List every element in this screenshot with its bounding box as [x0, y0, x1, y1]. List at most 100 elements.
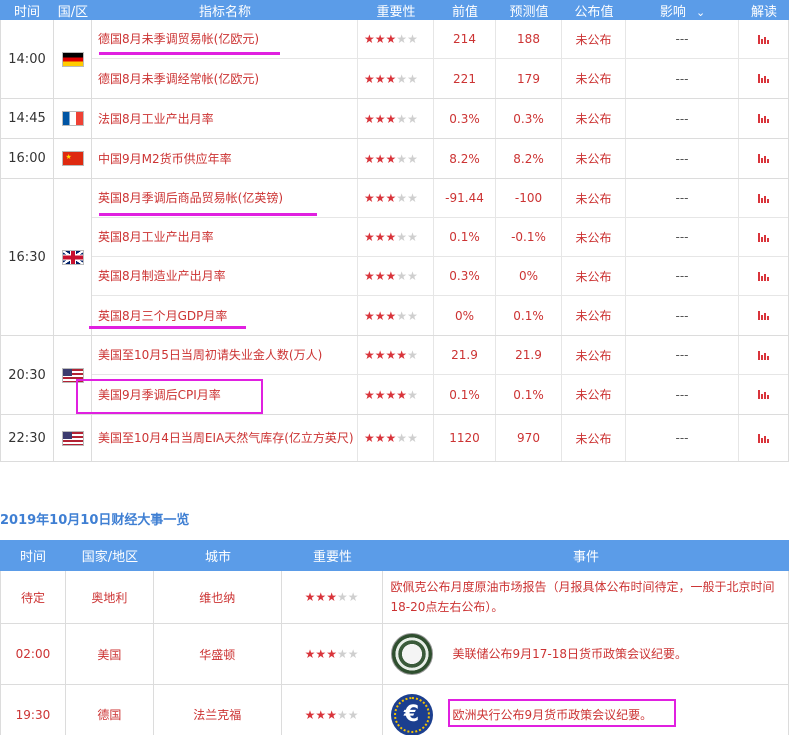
release-time: 16:00 — [1, 139, 54, 178]
previous-value: 21.9 — [434, 336, 496, 374]
star-icon: ★ — [396, 431, 408, 445]
explain-button[interactable] — [739, 296, 787, 335]
event-time: 待定 — [1, 571, 66, 623]
table-row: 英国8月工业产出月率 ★ ★ ★ ★ ★ 0.1% -0.1% 未公布 --- — [92, 218, 788, 257]
star-icon: ★ — [407, 230, 418, 244]
indicator-link[interactable]: 法国8月工业产出月率 — [92, 99, 358, 138]
explain-button[interactable] — [739, 59, 787, 98]
indicator-link[interactable]: 美国至10月4日当周EIA天然气库存(亿立方英尺) — [92, 415, 358, 461]
star-icon: ★ — [336, 647, 348, 661]
indicator-link[interactable]: 德国8月未季调经常帐(亿欧元) — [92, 59, 358, 98]
star-icon: ★ — [385, 32, 397, 46]
indicator-link[interactable]: 英国8月制造业产出月率 — [92, 257, 358, 295]
published-value: 未公布 — [562, 59, 626, 98]
star-icon: ★ — [385, 348, 397, 362]
event-row: 待定 奥地利 维也纳 ★ ★ ★ ★ ★ 欧佩克公布月度原油市场报告（月报具体公布时间待定，一般… — [0, 571, 789, 624]
published-value: 未公布 — [562, 139, 626, 178]
star-icon: ★ — [396, 71, 408, 86]
explain-button[interactable] — [739, 20, 787, 58]
event-time: 02:00 — [1, 624, 66, 684]
star-icon: ★ — [364, 32, 375, 46]
previous-value: 0% — [434, 296, 496, 335]
explain-button[interactable] — [739, 415, 787, 461]
time-group: 16:30 英国8月季调后商品贸易帐(亿英镑) ★ ★ ★ ★ ★ -91.44 -100 未公布… — [0, 179, 789, 336]
explain-button[interactable] — [739, 99, 787, 138]
event-city: 华盛顿 — [154, 624, 282, 684]
star-icon: ★ — [364, 431, 375, 445]
indicator-link[interactable]: 美国至10月5日当周初请失业金人数(万人) — [92, 336, 358, 374]
release-time: 14:00 — [1, 20, 54, 98]
event-city: 维也纳 — [154, 571, 282, 623]
flag-cell — [54, 20, 92, 98]
previous-value: 214 — [434, 20, 496, 58]
china-flag — [61, 151, 84, 166]
bar-chart-icon — [757, 350, 769, 360]
table-row: 英国8月三个月GDP月率 ★ ★ ★ ★ ★ 0% 0.1% 未公布 --- — [92, 296, 788, 335]
bar-chart-icon — [757, 433, 769, 443]
release-time: 20:30 — [1, 336, 54, 414]
effect-value: --- — [626, 99, 739, 138]
bar-chart-icon — [757, 390, 769, 399]
annotation-underline — [89, 326, 246, 329]
star-icon: ★ — [326, 707, 337, 722]
calendar-header: 时间 国/区 指标名称 重要性 前值 预测值 公布值 影响 ⌄ 解读 — [0, 0, 789, 20]
indicator-link[interactable]: 英国8月三个月GDP月率 — [92, 296, 358, 335]
importance-stars: ★ ★ ★ ★ ★ — [282, 571, 383, 623]
explain-button[interactable] — [739, 257, 787, 295]
star-icon: ★ — [315, 707, 327, 722]
indicator-link[interactable]: 英国8月工业产出月率 — [92, 218, 358, 256]
star-icon: ★ — [364, 269, 375, 283]
effect-value: --- — [626, 336, 739, 374]
importance-stars: ★ ★ ★ ★ ★ — [358, 415, 434, 461]
star-icon: ★ — [374, 387, 386, 402]
star-icon: ★ — [326, 647, 337, 661]
header-importance: 重要性 — [312, 550, 352, 565]
table-row: 德国8月未季调经常帐(亿欧元) ★ ★ ★ ★ ★ 221 179 未公布 --- — [92, 59, 788, 98]
star-icon: ★ — [364, 387, 375, 402]
star-icon: ★ — [407, 32, 418, 46]
explain-button[interactable] — [739, 375, 787, 414]
explain-button[interactable] — [739, 336, 787, 374]
france-flag — [61, 111, 84, 126]
bar-chart-icon — [757, 154, 769, 163]
indicator-link[interactable]: 英国8月季调后商品贸易帐(亿英镑) — [92, 179, 358, 217]
event-description: 欧洲央行公布9月货币政策会议纪要。 — [452, 707, 653, 722]
importance-stars: ★ ★ ★ ★ ★ — [358, 375, 434, 414]
explain-button[interactable] — [739, 179, 787, 217]
forecast-value: 0% — [496, 257, 562, 295]
bar-chart-icon — [757, 74, 769, 83]
published-value: 未公布 — [562, 296, 626, 335]
star-icon: ★ — [347, 707, 359, 722]
star-icon: ★ — [374, 348, 386, 362]
header-indicator-name: 指标名称 — [198, 4, 251, 20]
star-icon: ★ — [364, 348, 375, 362]
star-icon: ★ — [385, 111, 397, 126]
importance-stars: ★ ★ ★ ★ ★ — [358, 20, 434, 58]
star-icon: ★ — [407, 387, 418, 402]
forecast-value: 0.1% — [496, 375, 562, 414]
release-time: 22:30 — [1, 415, 54, 461]
indicator-link[interactable]: 中国9月M2货币供应年率 — [92, 139, 358, 178]
star-icon: ★ — [304, 647, 316, 661]
explain-button[interactable] — [739, 218, 787, 256]
effect-value: --- — [626, 139, 739, 178]
annotation-underline — [99, 52, 280, 55]
bar-chart-icon — [757, 311, 769, 320]
previous-value: 8.2% — [434, 139, 496, 178]
event-row: 02:00 美国 华盛顿 ★ ★ ★ ★ ★ 美联储公布9月17-18日货币政策会议纪要。 — [0, 624, 789, 685]
ecb-euro-seal-icon: € — [390, 693, 433, 735]
header-effect-dropdown[interactable]: 影响 ⌄ — [626, 1, 739, 20]
forecast-value: 970 — [496, 415, 562, 461]
star-icon: ★ — [364, 308, 375, 323]
table-row: 中国9月M2货币供应年率 ★ ★ ★ ★ ★ 8.2% 8.2% 未公布 --- — [92, 139, 788, 178]
events-body: 待定 奥地利 维也纳 ★ ★ ★ ★ ★ 欧佩克公布月度原油市场报告（月报具体公布时间待定，一般… — [0, 571, 789, 735]
header-event: 事件 — [572, 550, 599, 565]
star-icon: ★ — [396, 111, 408, 126]
explain-button[interactable] — [739, 139, 787, 178]
star-icon: ★ — [396, 308, 408, 323]
table-row: 美国至10月5日当周初请失业金人数(万人) ★ ★ ★ ★ ★ 21.9 21.9 未公布 --- — [92, 336, 788, 375]
star-icon: ★ — [364, 151, 375, 166]
uk-flag — [61, 249, 84, 265]
federal-reserve-seal-icon — [390, 633, 433, 675]
star-icon: ★ — [364, 191, 375, 205]
